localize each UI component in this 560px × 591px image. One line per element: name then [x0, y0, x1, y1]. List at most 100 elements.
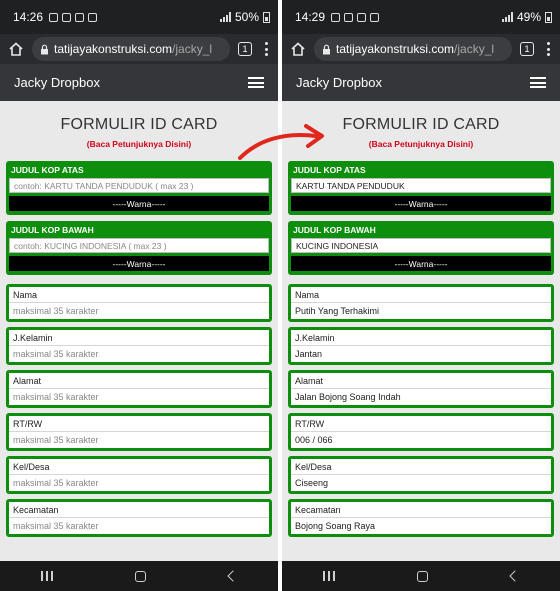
- kop-atas-label: JUDUL KOP ATAS: [293, 165, 366, 175]
- kop-atas-color-select[interactable]: -----Warna-----: [291, 196, 551, 211]
- field-rtrw: RT/RW maksimal 35 karakter: [6, 413, 272, 451]
- form-content: FORMULIR ID CARD (Baca Petunjuknya Disin…: [0, 116, 278, 537]
- address-bar[interactable]: tatijayakonstruksi.com/jacky_l: [314, 37, 512, 61]
- hamburger-icon[interactable]: [248, 77, 264, 88]
- system-nav-bar: [0, 561, 278, 591]
- status-time: 14:29: [295, 10, 326, 24]
- tabs-icon[interactable]: 1: [520, 42, 534, 56]
- back-icon[interactable]: [509, 570, 521, 582]
- status-time: 14:26: [13, 10, 44, 24]
- battery-icon: [263, 11, 270, 23]
- field-rtrw: RT/RW 006 / 066: [288, 413, 554, 451]
- form-content: FORMULIR ID CARD (Baca Petunjuknya Disin…: [282, 116, 560, 537]
- screenshot-comparison: 14:26 50% tatijayakonstruksi.com/jacky_l…: [0, 0, 560, 591]
- kop-bawah-label: JUDUL KOP BAWAH: [293, 225, 376, 235]
- hamburger-icon[interactable]: [530, 77, 546, 88]
- field-label: J.Kelamin: [9, 330, 269, 346]
- battery-percent: 49%: [516, 10, 541, 24]
- status-right: 50%: [219, 10, 270, 24]
- more-icon[interactable]: [260, 41, 272, 57]
- field-label: RT/RW: [9, 416, 269, 432]
- home-icon[interactable]: [290, 41, 306, 57]
- field-label: Kel/Desa: [9, 459, 269, 475]
- keldesa-input[interactable]: maksimal 35 karakter: [9, 475, 269, 491]
- page-title: FORMULIR ID CARD: [342, 116, 500, 133]
- url-host: tatijayakonstruksi.com: [54, 42, 173, 56]
- browser-toolbar: tatijayakonstruksi.com/jacky_l 1: [282, 34, 560, 64]
- field-kecamatan: Kecamatan maksimal 35 karakter: [6, 499, 272, 537]
- field-label: Alamat: [291, 373, 551, 389]
- site-header: Jacky Dropbox: [0, 64, 278, 101]
- kop-atas-input[interactable]: KARTU TANDA PENDUDUK: [291, 178, 551, 193]
- phone-left: 14:26 50% tatijayakonstruksi.com/jacky_l…: [0, 0, 278, 591]
- back-icon[interactable]: [227, 570, 239, 582]
- status-right: 49%: [501, 10, 552, 24]
- kecamatan-input[interactable]: maksimal 35 karakter: [9, 518, 269, 534]
- field-keldesa: Kel/Desa maksimal 35 karakter: [6, 456, 272, 494]
- field-label: RT/RW: [291, 416, 551, 432]
- kecamatan-input[interactable]: Bojong Soang Raya: [291, 518, 551, 534]
- url-host: tatijayakonstruksi.com: [336, 42, 455, 56]
- kop-atas-section: JUDUL KOP ATAS contoh: KARTU TANDA PENDU…: [6, 161, 272, 215]
- status-bar: 14:26 50%: [0, 0, 278, 34]
- notification-icons: [331, 12, 380, 22]
- lock-icon: [323, 44, 330, 54]
- field-label: Kecamatan: [9, 502, 269, 518]
- alamat-input[interactable]: Jalan Bojong Soang Indah: [291, 389, 551, 405]
- phone-right: 14:29 49% tatijayakonstruksi.com/jacky_l…: [282, 0, 560, 591]
- field-label: Kecamatan: [291, 502, 551, 518]
- signal-icon: [501, 12, 513, 22]
- identity-fields: Nama Putih Yang Terhakimi J.Kelamin Jant…: [288, 284, 554, 537]
- battery-icon: [545, 11, 552, 23]
- site-header: Jacky Dropbox: [282, 64, 560, 101]
- nama-input[interactable]: Putih Yang Terhakimi: [291, 303, 551, 319]
- identity-fields: Nama maksimal 35 karakter J.Kelamin maks…: [6, 284, 272, 537]
- kop-bawah-color-select[interactable]: -----Warna-----: [291, 256, 551, 271]
- home-nav-icon[interactable]: [135, 570, 147, 582]
- status-bar: 14:29 49%: [282, 0, 560, 34]
- field-nama: Nama maksimal 35 karakter: [6, 284, 272, 322]
- keldesa-input[interactable]: Ciseeng: [291, 475, 551, 491]
- field-jkelamin: J.Kelamin Jantan: [288, 327, 554, 365]
- field-kecamatan: Kecamatan Bojong Soang Raya: [288, 499, 554, 537]
- kop-bawah-label: JUDUL KOP BAWAH: [11, 225, 94, 235]
- field-label: Alamat: [9, 373, 269, 389]
- field-label: Kel/Desa: [291, 459, 551, 475]
- site-brand[interactable]: Jacky Dropbox: [14, 75, 248, 90]
- url-path: /jacky_l: [454, 42, 495, 56]
- battery-percent: 50%: [234, 10, 259, 24]
- kop-atas-color-select[interactable]: -----Warna-----: [9, 196, 269, 211]
- field-nama: Nama Putih Yang Terhakimi: [288, 284, 554, 322]
- tabs-icon[interactable]: 1: [238, 42, 252, 56]
- instructions-link[interactable]: (Baca Petunjuknya Disini): [288, 139, 554, 149]
- browser-toolbar: tatijayakonstruksi.com/jacky_l 1: [0, 34, 278, 64]
- alamat-input[interactable]: maksimal 35 karakter: [9, 389, 269, 405]
- system-nav-bar: [282, 561, 560, 591]
- url-path: /jacky_l: [172, 42, 213, 56]
- field-jkelamin: J.Kelamin maksimal 35 karakter: [6, 327, 272, 365]
- kop-atas-input[interactable]: contoh: KARTU TANDA PENDUDUK ( max 23 ): [9, 178, 269, 193]
- recents-icon[interactable]: [41, 571, 54, 581]
- kop-atas-section: JUDUL KOP ATAS KARTU TANDA PENDUDUK ----…: [288, 161, 554, 215]
- kop-bawah-color-select[interactable]: -----Warna-----: [9, 256, 269, 271]
- rtrw-input[interactable]: 006 / 066: [291, 432, 551, 448]
- home-nav-icon[interactable]: [417, 570, 429, 582]
- kop-bawah-input[interactable]: KUCING INDONESIA: [291, 238, 551, 253]
- rtrw-input[interactable]: maksimal 35 karakter: [9, 432, 269, 448]
- field-alamat: Alamat Jalan Bojong Soang Indah: [288, 370, 554, 408]
- lock-icon: [41, 44, 48, 54]
- field-label: Nama: [9, 287, 269, 303]
- jkelamin-input[interactable]: maksimal 35 karakter: [9, 346, 269, 362]
- recents-icon[interactable]: [323, 571, 336, 581]
- address-bar[interactable]: tatijayakonstruksi.com/jacky_l: [32, 37, 230, 61]
- home-icon[interactable]: [8, 41, 24, 57]
- nama-input[interactable]: maksimal 35 karakter: [9, 303, 269, 319]
- instructions-link[interactable]: (Baca Petunjuknya Disini): [6, 139, 272, 149]
- page-title: FORMULIR ID CARD: [60, 116, 218, 133]
- notification-icons: [49, 12, 98, 22]
- kop-bawah-section: JUDUL KOP BAWAH contoh: KUCING INDONESIA…: [6, 221, 272, 275]
- kop-bawah-input[interactable]: contoh: KUCING INDONESIA ( max 23 ): [9, 238, 269, 253]
- jkelamin-input[interactable]: Jantan: [291, 346, 551, 362]
- site-brand[interactable]: Jacky Dropbox: [296, 75, 530, 90]
- more-icon[interactable]: [542, 41, 554, 57]
